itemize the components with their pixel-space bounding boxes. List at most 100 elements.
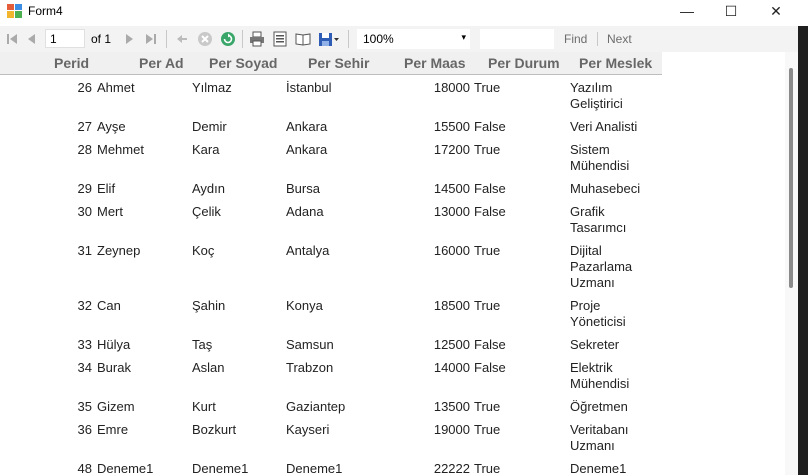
toolbar-separator	[166, 30, 167, 48]
find-next-button[interactable]: Next	[607, 32, 632, 46]
print-icon[interactable]	[248, 30, 265, 47]
find-button[interactable]: Find	[564, 32, 587, 46]
cell-per-meslek-line: Sistem	[570, 142, 610, 157]
cell-per-soyad: Deneme1	[192, 461, 249, 475]
cell-per-soyad: Taş	[192, 337, 213, 352]
cell-per-soyad: Demir	[192, 119, 227, 134]
cell-per-sehir: Gaziantep	[286, 399, 346, 414]
cell-per-durum: True	[474, 399, 501, 414]
cell-per-meslek-line: Deneme1	[570, 461, 627, 475]
cell-per-maas: 19000	[433, 422, 470, 437]
title-bar: Form4 — ☐ ✕	[0, 0, 808, 22]
first-page-icon[interactable]	[3, 30, 20, 47]
column-header-per-maas: Per Maas	[404, 55, 466, 71]
cell-per-meslek-line: Öğretmen	[570, 399, 628, 414]
cell-per-meslek-line: Dijital	[570, 243, 602, 258]
cell-per-sehir: Ankara	[286, 142, 328, 157]
cell-per-meslek: Grafik Tasarımcı	[570, 204, 656, 236]
stop-icon[interactable]	[196, 30, 213, 47]
cell-per-durum: True	[474, 461, 501, 475]
column-header-per-ad: Per Ad	[139, 55, 184, 71]
cell-per-soyad: Şahin	[192, 298, 226, 313]
toolbar-separator	[348, 30, 349, 48]
chevron-down-icon: ▾	[461, 32, 466, 42]
cell-perid: 31	[77, 243, 92, 258]
maximize-button[interactable]: ☐	[708, 0, 754, 22]
cell-perid: 26	[77, 80, 92, 95]
page-number-input[interactable]	[45, 29, 85, 48]
cell-perid: 35	[77, 399, 92, 414]
toolbar-separator	[597, 32, 598, 46]
cell-per-durum: False	[474, 119, 506, 134]
cell-per-durum: True	[474, 142, 501, 157]
cell-per-meslek: Sekreter	[570, 337, 656, 353]
cell-per-ad: Ayşe	[97, 119, 126, 134]
cell-per-meslek-line: Yöneticisi	[570, 314, 626, 329]
cell-per-meslek: Elektrik Mühendisi	[570, 360, 656, 392]
cell-per-soyad: Çelik	[192, 204, 221, 219]
cell-perid: 28	[77, 142, 92, 157]
cell-per-meslek: Yazılım Geliştirici	[570, 80, 656, 112]
cell-per-durum: True	[474, 80, 501, 95]
page-setup-icon[interactable]	[294, 30, 311, 47]
page-count-label: of 1	[91, 32, 112, 46]
cell-perid: 32	[77, 298, 92, 313]
cell-per-ad: Deneme1	[97, 461, 154, 475]
cell-per-ad: Burak	[97, 360, 131, 375]
cell-per-durum: False	[474, 360, 506, 375]
last-page-icon[interactable]	[142, 30, 159, 47]
export-icon[interactable]	[317, 30, 341, 47]
scrollbar-thumb[interactable]	[789, 68, 793, 288]
vertical-scrollbar[interactable]	[785, 52, 798, 475]
close-button[interactable]: ✕	[753, 0, 799, 22]
cell-per-meslek: Veri Analisti	[570, 119, 656, 135]
cell-per-sehir: Adana	[286, 204, 324, 219]
print-layout-icon[interactable]	[271, 30, 288, 47]
cell-per-meslek: Proje Yöneticisi	[570, 298, 656, 330]
cell-per-maas: 14500	[433, 181, 470, 196]
cell-per-maas: 13000	[433, 204, 470, 219]
cell-per-meslek-line: Yazılım	[570, 80, 613, 95]
cell-per-meslek: Veritabanı Uzmanı	[570, 422, 656, 454]
cell-per-meslek-line: Elektrik	[570, 360, 613, 375]
cell-per-maas: 13500	[433, 399, 470, 414]
cell-per-meslek-line: Veritabanı	[570, 422, 629, 437]
cell-per-meslek: Deneme1	[570, 461, 656, 475]
cell-perid: 33	[77, 337, 92, 352]
cell-per-sehir: Trabzon	[286, 360, 334, 375]
report-viewer[interactable]: Perid Per Ad Per Soyad Per Sehir Per Maa…	[0, 52, 785, 475]
cell-per-ad: Zeynep	[97, 243, 141, 258]
find-input[interactable]	[480, 29, 554, 49]
cell-per-meslek-line: Proje	[570, 298, 601, 313]
cell-per-maas: 18000	[433, 80, 470, 95]
cell-per-meslek-line: Sekreter	[570, 337, 620, 352]
cell-per-durum: False	[474, 181, 506, 196]
report-toolbar: of 1 100% ▾ Find Next	[0, 26, 808, 52]
cell-perid: 36	[77, 422, 92, 437]
table-header: Perid Per Ad Per Soyad Per Sehir Per Maa…	[0, 52, 662, 75]
cell-perid: 30	[77, 204, 92, 219]
cell-per-soyad: Bozkurt	[192, 422, 237, 437]
cell-per-durum: False	[474, 204, 506, 219]
cell-per-meslek: Öğretmen	[570, 399, 656, 415]
app-icon	[7, 4, 22, 18]
cell-per-sehir: Ankara	[286, 119, 328, 134]
minimize-button[interactable]: —	[664, 0, 710, 22]
column-header-per-durum: Per Durum	[488, 55, 560, 71]
cell-per-ad: Elif	[97, 181, 116, 196]
cell-per-meslek-line: Grafik	[570, 204, 605, 219]
previous-page-icon[interactable]	[23, 30, 40, 47]
cell-per-ad: Mehmet	[97, 142, 144, 157]
next-page-icon[interactable]	[120, 30, 137, 47]
cell-per-meslek-line: Mühendisi	[570, 158, 630, 173]
cell-per-maas: 14000	[433, 360, 470, 375]
cell-perid: 27	[77, 119, 92, 134]
column-header-per-sehir: Per Sehir	[308, 55, 370, 71]
zoom-select[interactable]: 100% ▾	[357, 29, 470, 49]
back-to-parent-icon[interactable]	[173, 30, 190, 47]
cell-per-ad: Mert	[97, 204, 123, 219]
cell-per-maas: 22222	[433, 461, 470, 475]
refresh-icon[interactable]	[219, 30, 236, 47]
cell-per-durum: True	[474, 243, 501, 258]
cell-per-soyad: Koç	[192, 243, 215, 258]
